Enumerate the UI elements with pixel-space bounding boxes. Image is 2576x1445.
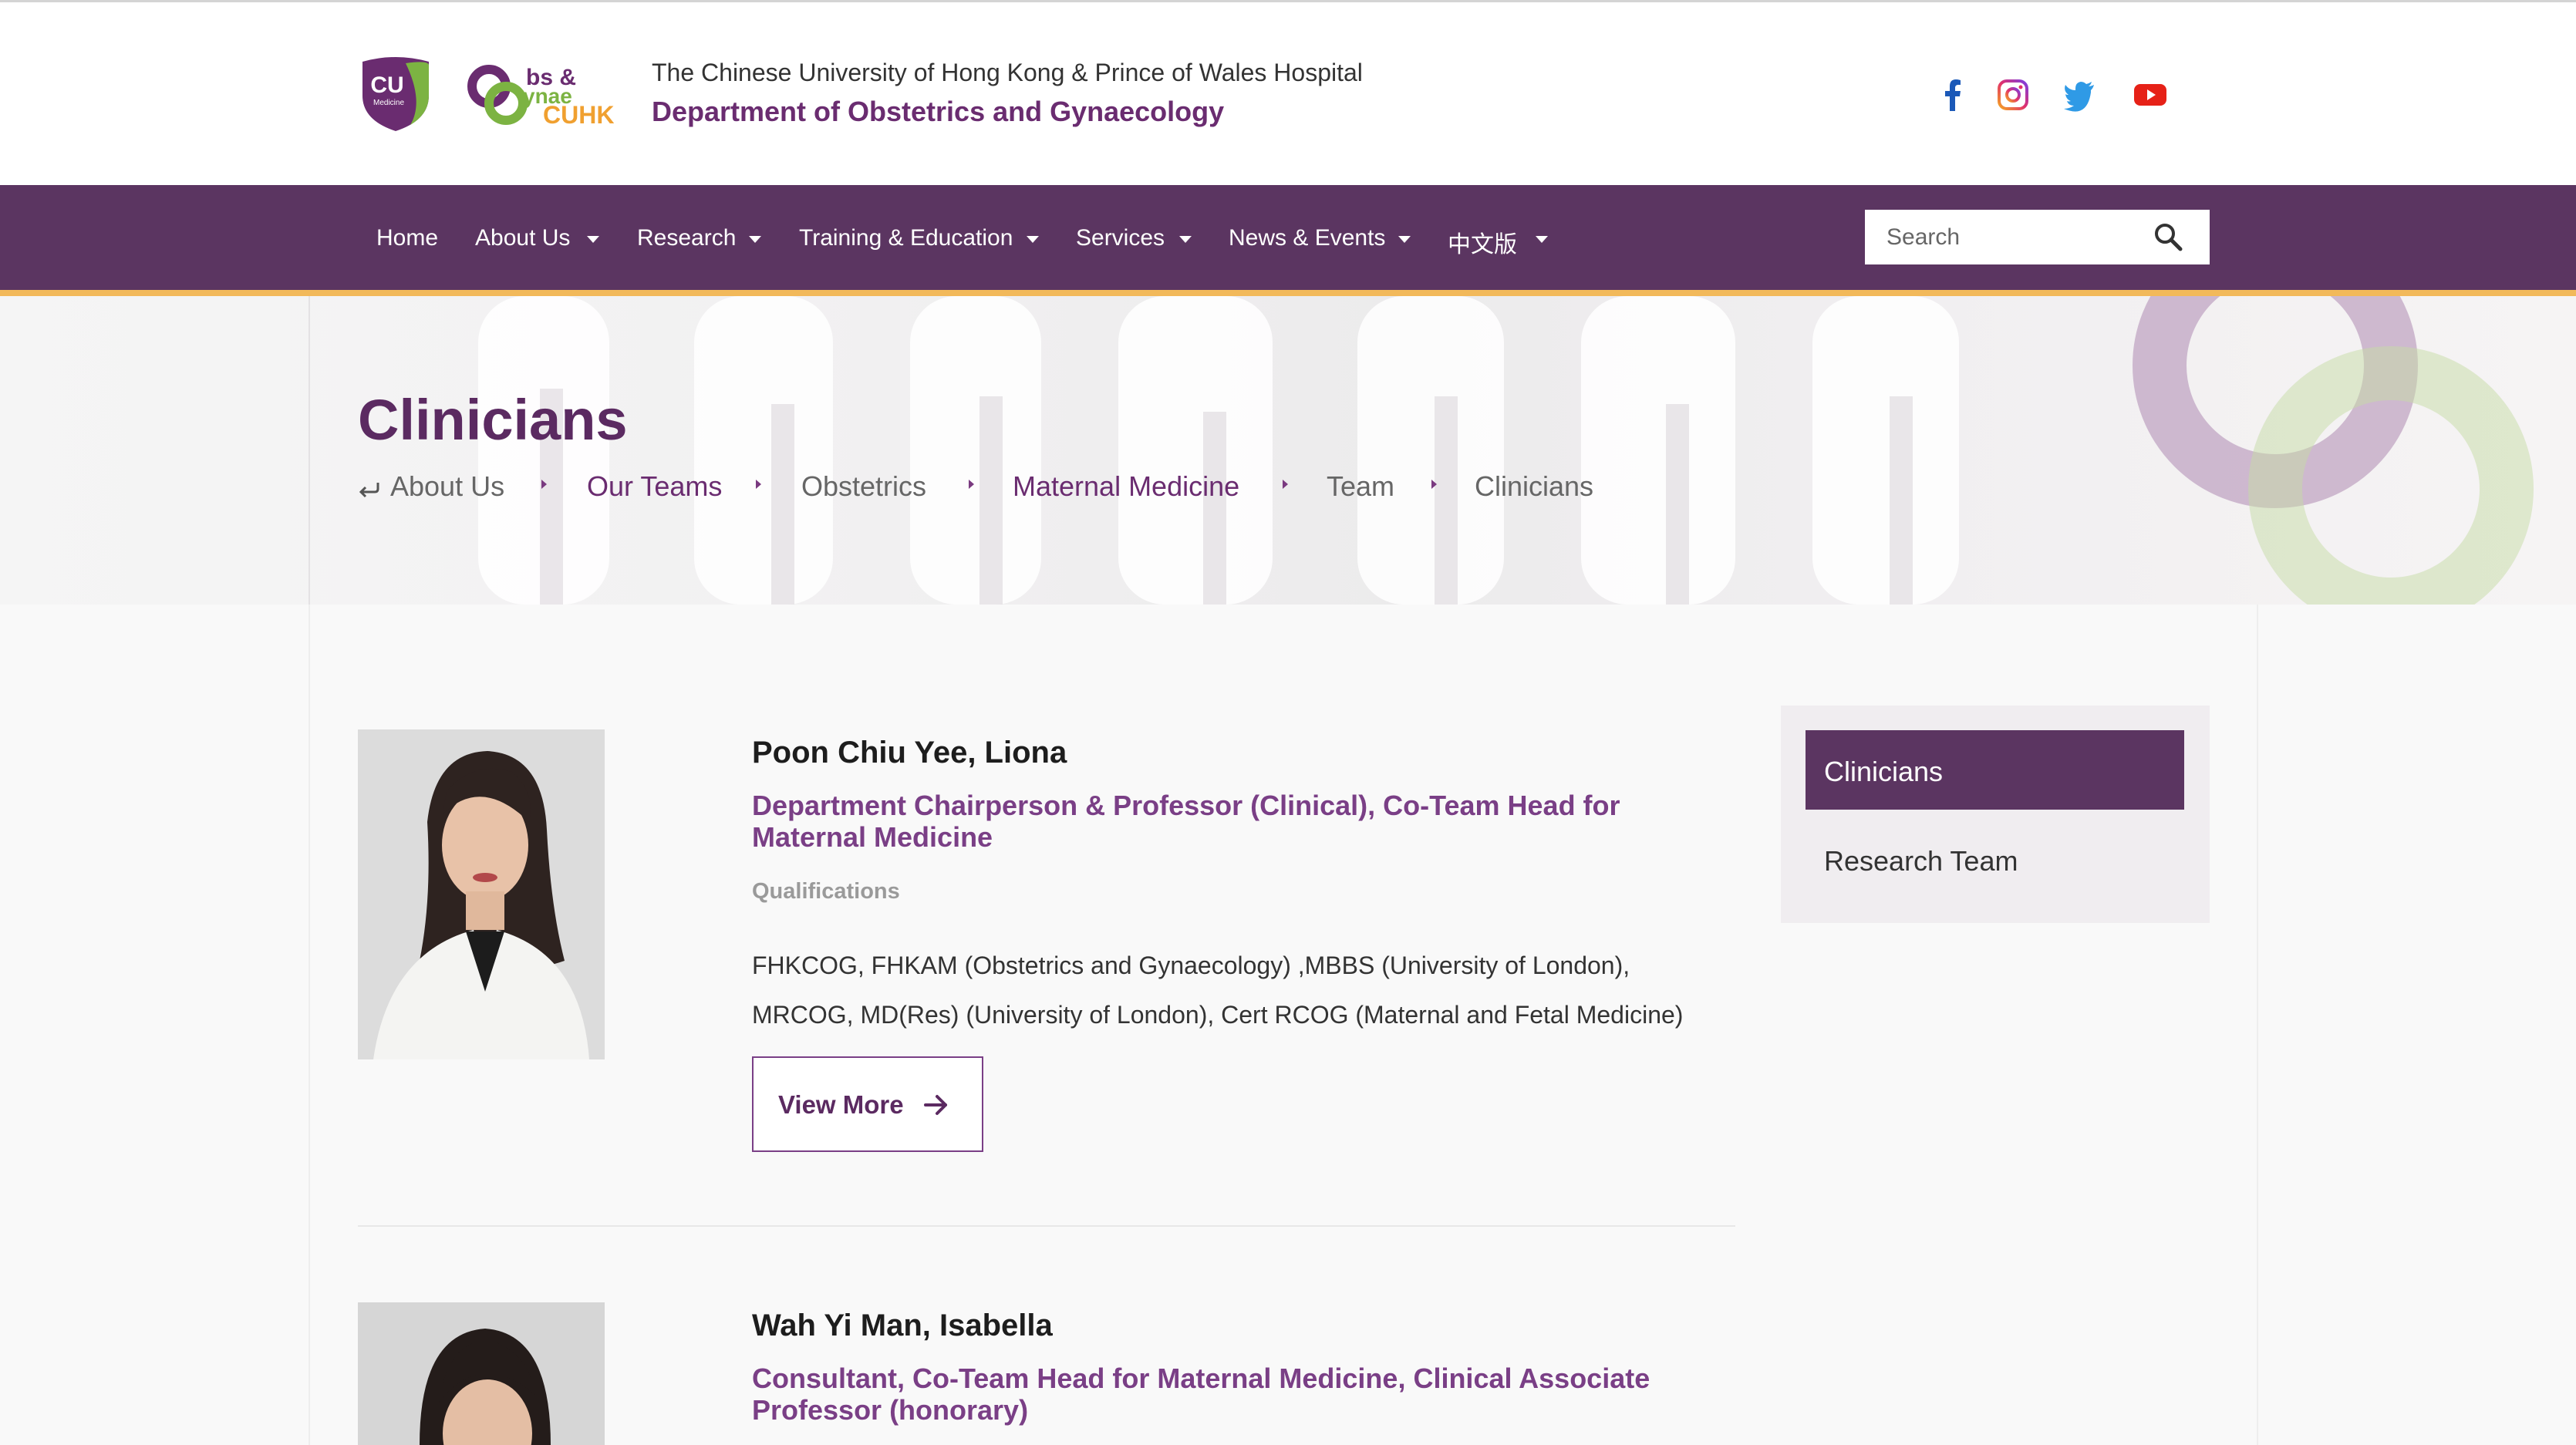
instagram-icon[interactable] (1995, 77, 2031, 113)
svg-text:CUHK: CUHK (543, 101, 614, 128)
sidebar-item-label[interactable]: Clinicians (1824, 756, 1943, 788)
view-more-label[interactable]: View More (778, 1090, 904, 1120)
chevron-down-icon[interactable] (1398, 236, 1411, 243)
search-icon[interactable] (2152, 221, 2184, 253)
back-arrow-icon[interactable] (358, 481, 381, 498)
breadcrumb-maternal-medicine[interactable]: Maternal Medicine (1013, 470, 1239, 503)
breadcrumb-team[interactable]: Team (1327, 470, 1394, 503)
cu-medicine-logo[interactable]: CU Medicine (359, 56, 432, 133)
list-divider (358, 1225, 1735, 1227)
department-name[interactable]: Department of Obstetrics and Gynaecology (652, 96, 1224, 128)
clinician-name[interactable]: Wah Yi Man, Isabella (752, 1309, 1053, 1343)
breadcrumb-our-teams[interactable]: Our Teams (587, 470, 722, 503)
nav-chinese-version[interactable]: 中文版 (1448, 225, 1517, 259)
clinician-photo[interactable] (358, 1302, 605, 1445)
nav-home[interactable]: Home (376, 225, 438, 251)
nav-news-events[interactable]: News & Events (1229, 225, 1385, 251)
arrow-right-icon[interactable] (922, 1093, 950, 1117)
breadcrumb-separator (969, 480, 974, 489)
nav-about-us[interactable]: About Us (475, 225, 570, 251)
chevron-down-icon[interactable] (749, 236, 761, 243)
chevron-down-icon[interactable] (587, 236, 599, 243)
breadcrumb-obstetrics[interactable]: Obstetrics (801, 470, 926, 503)
chevron-down-icon[interactable] (1027, 236, 1039, 243)
chevron-down-icon[interactable] (1179, 236, 1192, 243)
nav-services[interactable]: Services (1076, 225, 1165, 251)
youtube-icon[interactable] (2133, 77, 2168, 113)
page-title: Clinicians (358, 388, 628, 452)
breadcrumb-about-us[interactable]: About Us (390, 470, 504, 503)
twitter-icon[interactable] (2062, 77, 2097, 113)
nav-training-education[interactable]: Training & Education (799, 225, 1013, 251)
sidebar-item-research-team[interactable]: Research Team (1824, 845, 2018, 877)
nav-research[interactable]: Research (637, 225, 736, 251)
clinician-role: Consultant, Co-Team Head for Maternal Me… (752, 1362, 1650, 1426)
nav-accent-bar (0, 290, 2576, 296)
breadcrumb-separator (1431, 480, 1437, 489)
content-border-left (309, 605, 310, 1445)
banner-divider (309, 296, 310, 605)
institution-name: The Chinese University of Hong Kong & Pr… (652, 59, 1363, 86)
logo-cu-sub: Medicine (373, 99, 404, 107)
logo-cu-text: CU (370, 72, 403, 98)
clinician-role: Department Chairperson & Professor (Clin… (752, 790, 1620, 853)
search-input[interactable] (1886, 219, 2141, 256)
breadcrumb-separator (541, 480, 547, 489)
breadcrumb-separator (756, 480, 761, 489)
obs-gynae-cuhk-logo[interactable]: bs & ynae CUHK (466, 59, 617, 128)
content-border-right (2257, 605, 2258, 1445)
clinician-photo[interactable] (358, 729, 605, 1059)
clinician-name[interactable]: Poon Chiu Yee, Liona (752, 736, 1067, 770)
breadcrumb-separator (1283, 480, 1288, 489)
qualifications-text: FHKCOG, FHKAM (Obstetrics and Gynaecolog… (752, 952, 1684, 1029)
breadcrumb-current: Clinicians (1475, 470, 1594, 502)
chevron-down-icon[interactable] (1536, 236, 1548, 243)
qualifications-label: Qualifications (752, 879, 900, 904)
facebook-icon[interactable] (1934, 77, 1970, 113)
